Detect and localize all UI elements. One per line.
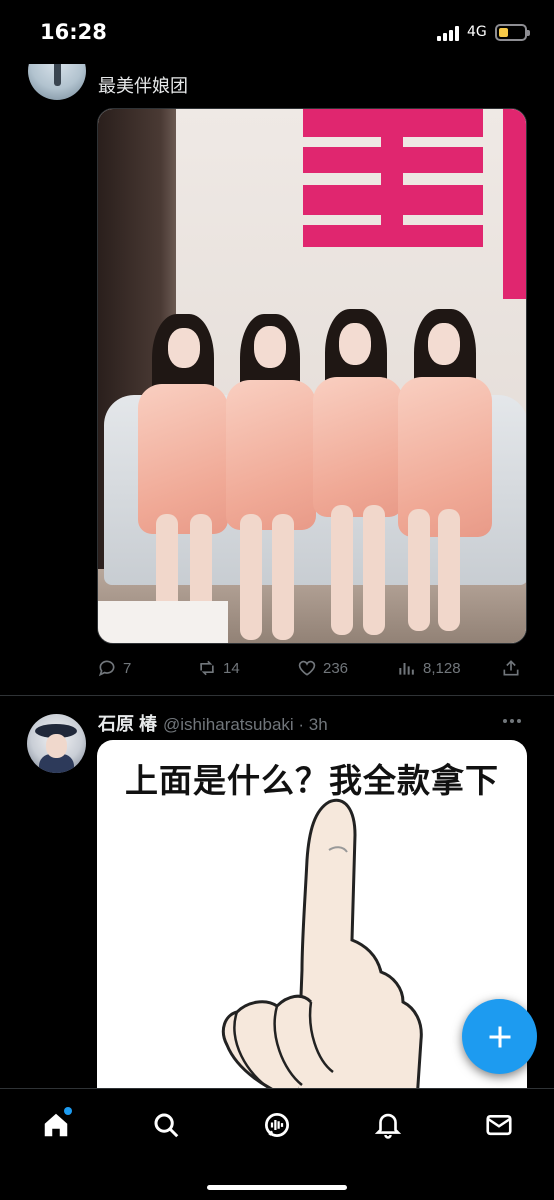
retweet-icon — [200, 660, 214, 676]
nav-notifications[interactable] — [370, 1107, 406, 1143]
search-icon — [154, 1113, 179, 1138]
reply-icon — [98, 660, 115, 677]
reply-count: 7 — [123, 659, 132, 677]
tweet-image[interactable] — [97, 108, 527, 644]
author-name[interactable]: 石原 椿 — [98, 710, 157, 736]
nav-spaces[interactable] — [259, 1107, 295, 1143]
share-button[interactable] — [501, 654, 521, 682]
like-count: 236 — [323, 659, 349, 677]
compose-button[interactable] — [462, 999, 537, 1074]
signal-icon — [437, 26, 462, 41]
status-time: 16:28 — [40, 20, 107, 44]
home-indicator — [207, 1185, 347, 1190]
network-label: 4G — [467, 24, 487, 40]
share-icon — [503, 660, 519, 676]
views-icon — [399, 663, 414, 675]
plus-icon — [489, 1026, 510, 1047]
avatar[interactable] — [28, 64, 86, 100]
tweet-header: 石原 椿 @ishiharatsubaki · 3h — [98, 710, 328, 734]
reply-button[interactable]: 7 — [97, 654, 131, 682]
view-count: 8,128 — [423, 659, 461, 677]
nav-messages[interactable] — [481, 1107, 517, 1143]
nav-home[interactable] — [38, 1107, 74, 1143]
views-button[interactable]: 8,128 — [397, 654, 461, 682]
bottom-nav — [0, 1088, 554, 1200]
retweet-count: 14 — [223, 659, 240, 677]
notifications-icon — [374, 1113, 402, 1139]
messages-icon — [486, 1114, 512, 1136]
nav-search[interactable] — [148, 1107, 184, 1143]
heart-icon — [298, 660, 316, 676]
timeline-feed[interactable]: 最美伴娘团 7 14 236 8,128 石原 椿 @ishiharatsuba… — [0, 64, 554, 1088]
like-button[interactable]: 236 — [297, 654, 348, 682]
tweet-divider — [0, 695, 554, 696]
retweet-button[interactable]: 14 — [197, 654, 240, 682]
tweet-text: 最美伴娘团 — [98, 76, 188, 96]
avatar[interactable] — [27, 714, 86, 773]
more-options-icon[interactable] — [503, 714, 527, 728]
notification-dot — [64, 1107, 72, 1115]
spaces-icon — [265, 1113, 289, 1137]
status-bar: 16:28 4G — [0, 0, 554, 64]
battery-icon — [495, 24, 530, 41]
author-handle-time[interactable]: @ishiharatsubaki · 3h — [163, 715, 328, 735]
tweet-actions: 7 14 236 8,128 — [97, 654, 527, 682]
